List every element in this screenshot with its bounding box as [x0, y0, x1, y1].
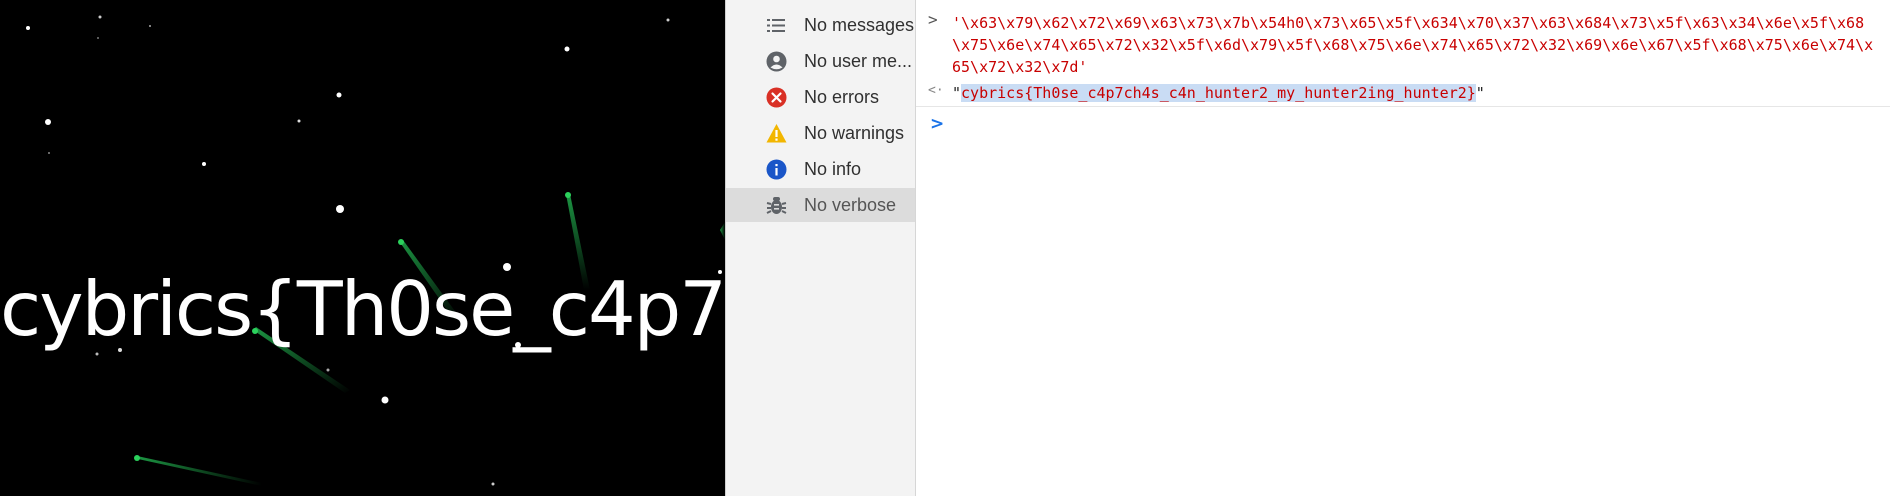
star — [149, 25, 151, 27]
sidebar-item-label: No messages — [804, 15, 915, 35]
sidebar-item-label: No verbose — [804, 195, 897, 215]
info-icon — [766, 159, 787, 180]
sidebar-item-label: No info — [804, 159, 862, 179]
comet-head — [398, 239, 404, 245]
star — [336, 92, 342, 98]
sidebar-item-errors[interactable]: No errors — [726, 80, 915, 114]
star — [297, 119, 301, 123]
console-sidebar: No messages No user me... No errors No w… — [726, 0, 916, 496]
user-icon — [766, 51, 787, 72]
starfield-canvas: cybrics{Th0se_c4p7ch — [0, 0, 725, 496]
quote-open: " — [952, 84, 962, 102]
error-icon — [766, 87, 787, 108]
console-output[interactable]: > '\x63\x79\x62\x72\x69\x63\x73\x7b\x54h… — [916, 0, 1890, 496]
sidebar-item-messages[interactable]: No messages — [726, 8, 915, 42]
console-result-entry[interactable]: <· "cybrics{Th0se_c4p7ch4s_c4n_hunter2_m… — [916, 80, 1890, 107]
input-chevron-icon: > — [928, 10, 938, 29]
console-input-entry[interactable]: > '\x63\x79\x62\x72\x69\x63\x73\x7b\x54h… — [916, 8, 1890, 78]
star — [666, 18, 670, 22]
console-input-expression[interactable]: '\x63\x79\x62\x72\x69\x63\x73\x7b\x54h0\… — [952, 12, 1877, 78]
star — [381, 396, 389, 404]
quote-close: " — [1475, 84, 1485, 102]
list-icon — [766, 15, 787, 36]
sidebar-item-verbose[interactable]: No verbose — [726, 188, 915, 222]
console-result-value[interactable]: "cybrics{Th0se_c4p7ch4s_c4n_hunter2_my_h… — [952, 82, 1485, 104]
sidebar-item-label: No errors — [804, 87, 880, 107]
screen: cybrics{Th0se_c4p7ch No messages — [0, 0, 1890, 496]
selected-result-string[interactable]: cybrics{Th0se_c4p7ch4s_c4n_hunter2_my_hu… — [961, 84, 1476, 102]
star — [97, 37, 99, 39]
prompt-chevron-icon: > — [930, 114, 945, 134]
sidebar-item-warnings[interactable]: No warnings — [726, 116, 915, 150]
star — [48, 152, 50, 154]
bug-icon — [766, 195, 787, 216]
sidebar-item-user-messages[interactable]: No user me... — [726, 44, 915, 78]
comet-head — [565, 192, 571, 198]
starfield-svg — [26, 15, 725, 486]
star — [45, 119, 51, 125]
sidebar-item-info[interactable]: No info — [726, 152, 915, 186]
star — [336, 205, 344, 213]
comet-trail — [137, 456, 262, 486]
canvas-headline: cybrics{Th0se_c4p7ch — [0, 265, 725, 353]
star — [564, 46, 570, 52]
star — [202, 162, 206, 166]
star — [98, 15, 102, 19]
sidebar-item-label: No warnings — [804, 123, 905, 143]
star — [26, 26, 30, 30]
console-prompt[interactable]: > — [916, 110, 1890, 138]
devtools-panel: No messages No user me... No errors No w… — [725, 0, 1890, 496]
comet-head — [134, 455, 140, 461]
sidebar-item-label: No user me... — [804, 51, 913, 71]
warning-icon — [766, 123, 787, 144]
star — [326, 368, 330, 372]
result-arrow-icon: <· — [928, 83, 944, 98]
star — [491, 482, 495, 486]
